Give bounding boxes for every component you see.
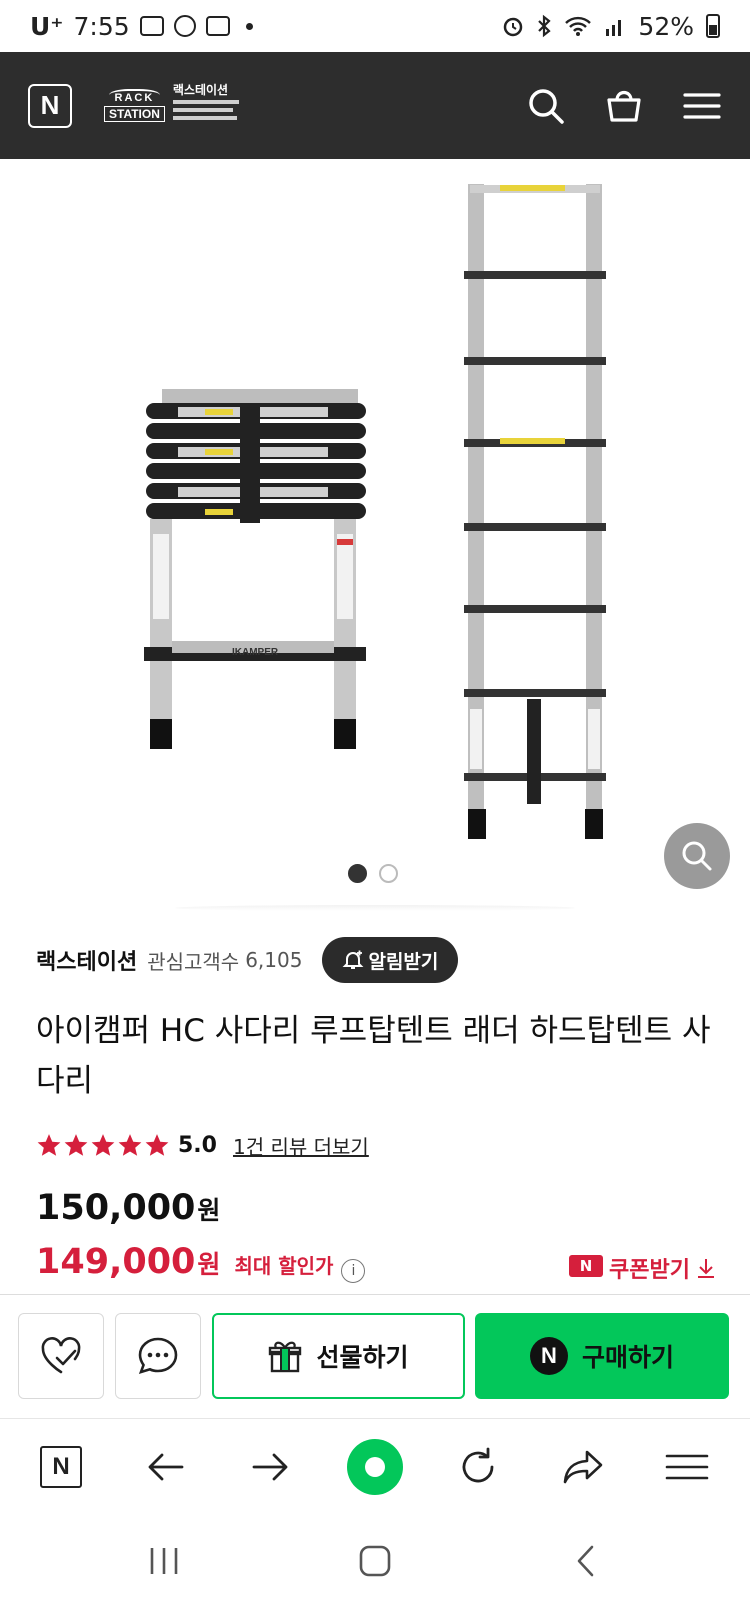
arrow-right-icon xyxy=(252,1453,288,1481)
alarm-subscribe-button[interactable]: 알림받기 xyxy=(322,937,459,983)
info-icon[interactable]: i xyxy=(341,1259,366,1283)
store-logo-badge: RACK STATION xyxy=(104,88,165,122)
store-logo[interactable]: RACK STATION 랙스테이션 xyxy=(104,82,243,127)
more-notifications-icon xyxy=(245,22,253,30)
bell-plus-icon xyxy=(343,950,364,969)
browser-toolbar: N xyxy=(0,1418,750,1514)
gift-button[interactable]: 선물하기 xyxy=(212,1313,465,1399)
rating-row: 5.0 1건 리뷰 더보기 xyxy=(36,1128,369,1162)
recent-apps-icon xyxy=(150,1548,178,1574)
android-home-button[interactable] xyxy=(345,1536,405,1586)
wifi-icon xyxy=(565,16,592,36)
cart-icon[interactable] xyxy=(604,86,644,126)
extended-ladder-illustration xyxy=(464,184,606,839)
heart-check-icon xyxy=(41,1337,81,1374)
naver-tab-button[interactable]: N xyxy=(31,1437,91,1497)
star-icon xyxy=(37,1134,61,1156)
home-button[interactable] xyxy=(345,1437,405,1497)
purchase-action-bar: 선물하기 N 구매하기 xyxy=(0,1313,750,1401)
refresh-icon xyxy=(462,1447,494,1483)
hamburger-icon xyxy=(665,1454,709,1480)
naver-pay-n-icon: N xyxy=(529,1337,568,1375)
chat-bubble-icon xyxy=(138,1337,178,1374)
product-title: 아이캠퍼 HC 사다리 루프탑텐트 래더 하드탑텐트 사다리 xyxy=(36,1013,711,1099)
coupon-download-button[interactable]: N 쿠폰받기 xyxy=(569,1252,716,1284)
store-logo-text: 랙스테이션 xyxy=(172,82,243,127)
zoom-search-icon xyxy=(682,841,712,871)
original-price: 150,000 원 xyxy=(36,1188,220,1228)
product-image-gallery[interactable]: IKAMPER xyxy=(0,159,750,889)
arrow-left-icon xyxy=(148,1453,184,1481)
menu-icon[interactable] xyxy=(682,86,722,126)
ladder-brand-mark: IKAMPER xyxy=(232,647,279,658)
gift-icon xyxy=(269,1341,302,1373)
coupon-label: 쿠폰받기 xyxy=(609,1258,690,1283)
forward-button[interactable] xyxy=(240,1437,300,1497)
store-logo-top: RACK xyxy=(108,88,161,104)
original-price-value: 150,000 xyxy=(36,1188,196,1228)
c-notification-icon xyxy=(173,15,196,37)
time-label: 7:55 xyxy=(73,11,130,41)
star-icon xyxy=(64,1134,88,1156)
talk-button[interactable] xyxy=(115,1313,201,1399)
naver-n-icon: N xyxy=(40,1446,82,1488)
follower-label: 관심고객수 xyxy=(147,949,240,974)
share-icon xyxy=(563,1450,603,1484)
search-icon[interactable] xyxy=(526,86,566,126)
green-dot-icon xyxy=(347,1439,403,1495)
refresh-button[interactable] xyxy=(448,1437,508,1497)
gallery-pagination xyxy=(348,864,398,883)
download-arrow-icon xyxy=(698,1259,714,1278)
review-link[interactable]: 1건 리뷰 더보기 xyxy=(233,1131,369,1160)
sale-price-value: 149,000 xyxy=(36,1242,196,1282)
star-icon xyxy=(91,1134,115,1156)
share-button[interactable] xyxy=(553,1437,613,1497)
section-divider xyxy=(0,1294,750,1295)
store-name-link[interactable]: 랙스테이션 xyxy=(36,944,137,976)
coupon-n-badge: N xyxy=(569,1255,604,1277)
buy-button[interactable]: N 구매하기 xyxy=(475,1313,729,1399)
gift-label: 선물하기 xyxy=(316,1343,409,1372)
follower-count: 6,105 xyxy=(245,948,303,972)
recent-apps-button[interactable] xyxy=(134,1536,194,1586)
store-logo-name: 랙스테이션 xyxy=(172,82,229,97)
naver-home-button[interactable]: N xyxy=(28,83,72,128)
back-button[interactable] xyxy=(136,1437,196,1497)
store-logo-bottom: STATION xyxy=(104,105,165,122)
battery-percent: 52% xyxy=(638,11,694,41)
gallery-notification-icon xyxy=(139,16,164,36)
buy-label: 구매하기 xyxy=(581,1343,674,1372)
sale-price-unit: 원 xyxy=(197,1250,221,1279)
gallery-dot-2[interactable] xyxy=(379,864,398,883)
sale-price-row: 149,000 원 최대 할인가 i N 쿠폰받기 xyxy=(36,1242,716,1284)
browser-menu-button[interactable] xyxy=(657,1437,717,1497)
alarm-icon xyxy=(504,17,523,37)
carrier-label: U⁺ xyxy=(30,11,64,41)
alarm-label: 알림받기 xyxy=(368,950,439,973)
status-bar: U⁺ 7:55 52% xyxy=(0,0,750,52)
battery-icon xyxy=(706,14,720,38)
store-header: N RACK STATION 랙스테이션 xyxy=(0,52,750,159)
android-navigation-bar xyxy=(0,1514,750,1609)
android-back-button[interactable] xyxy=(556,1536,616,1586)
gallery-dot-1[interactable] xyxy=(348,864,367,883)
store-info-row: 랙스테이션 관심고객수 6,105 알림받기 xyxy=(36,936,716,984)
rating-score: 5.0 xyxy=(178,1132,217,1158)
youtube-notification-icon xyxy=(205,16,230,36)
zoom-button[interactable] xyxy=(664,823,730,889)
gallery-shadow xyxy=(175,905,575,911)
star-icon xyxy=(145,1134,169,1156)
chevron-left-icon xyxy=(577,1545,594,1577)
bluetooth-icon xyxy=(538,14,552,38)
rating-stars xyxy=(36,1132,170,1158)
product-image: IKAMPER xyxy=(144,184,606,839)
wishlist-button[interactable] xyxy=(18,1313,104,1399)
discount-label: 최대 할인가 xyxy=(234,1254,334,1278)
signal-icon xyxy=(606,20,622,36)
folded-ladder-illustration: IKAMPER xyxy=(144,389,366,749)
store-logo-tagline-graphic xyxy=(172,99,239,120)
star-icon xyxy=(118,1134,142,1156)
home-square-icon xyxy=(359,1545,391,1577)
original-price-unit: 원 xyxy=(197,1196,221,1225)
